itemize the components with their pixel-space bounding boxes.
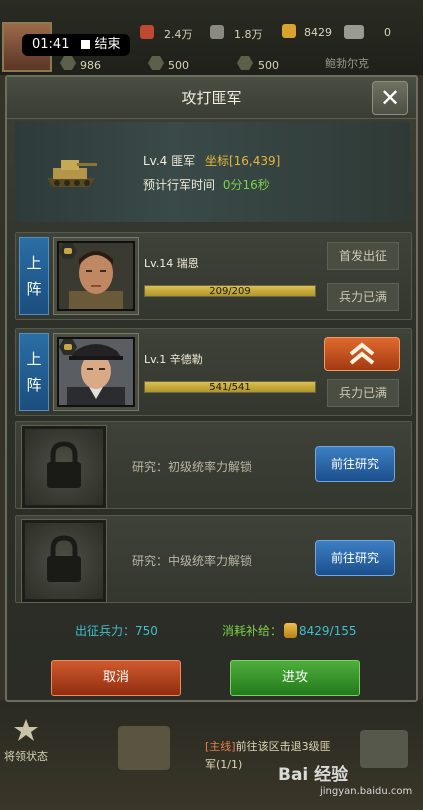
deploy-tag-1[interactable]: 上阵 (19, 237, 49, 315)
extra-amount: 0 (384, 26, 391, 39)
locked-portrait-2 (21, 519, 107, 603)
target-line: Lv.4 匪军 坐标[16,439] (143, 152, 280, 169)
troops-full-button-2[interactable]: 兵力已满 (327, 379, 399, 407)
target-coordinate[interactable]: 坐标[16,439] (205, 154, 280, 168)
hero-slot-1: 上阵 Lv.14 瑞恩 209/209 首发出征 兵力已满 (15, 232, 412, 320)
march-time-line: 预计行军时间 0分16秒 (143, 176, 270, 193)
first-march-button[interactable]: 首发出征 (327, 242, 399, 270)
top-resource-bar: 2.4万 1.8万 8429 0 986 500 500 鲍勃尔克 01:41 … (0, 0, 423, 75)
coord-value: [16,439] (228, 154, 281, 168)
lock-icon (47, 441, 81, 488)
march-time: 0分16秒 (222, 178, 270, 192)
march-label: 预计行军时间 (143, 178, 216, 192)
coord-prefix: 坐标 (204, 154, 229, 168)
star-icon (14, 719, 38, 741)
troops-full-button-1[interactable]: 兵力已满 (327, 283, 399, 311)
troops-total: 750 (135, 624, 158, 638)
clock-time: 01:41 (32, 37, 70, 52)
lock-icon (47, 535, 81, 582)
troop-count-3: 500 (258, 59, 279, 72)
building-thumbnail[interactable] (118, 726, 170, 770)
go-research-button-2[interactable]: 前往研究 (315, 540, 395, 576)
troop-count-text-1: 209/209 (209, 286, 251, 297)
locked-portrait-1 (21, 425, 107, 509)
infantry-icon (60, 56, 76, 70)
deploy-tag-2[interactable]: 上阵 (19, 333, 49, 411)
close-button[interactable]: ✕ (372, 81, 408, 115)
target-name: Lv.4 匪军 (143, 154, 196, 168)
quest-text: 前往该区击退3级匪 (235, 740, 331, 753)
troop-count-2: 500 (168, 59, 189, 72)
tank-icon (47, 160, 97, 187)
baidu-watermark: Bai 经验 (278, 765, 349, 785)
cancel-button[interactable]: 取消 (51, 660, 181, 696)
quest-line-1: [主线]前往该区击退3级匪 (205, 738, 355, 756)
locked-slot-1: 研究：初级统率力解锁 前往研究 (15, 421, 412, 509)
troop-count-1: 986 (80, 59, 101, 72)
screen-record-status: 01:41 结束 (22, 34, 131, 56)
coin-stack-icon (284, 623, 298, 638)
unlock-requirement-1: 研究：初级统率力解锁 (132, 460, 253, 474)
hero-name-2: Lv.1 辛德勒 (144, 353, 203, 366)
supply-label: 消耗补给： (222, 624, 283, 638)
hero-portrait-2[interactable] (53, 333, 139, 411)
ally-label: 鲍勃尔克 (325, 57, 369, 70)
tank-troop-icon (148, 56, 164, 70)
artillery-icon (237, 56, 253, 70)
supply-amount: 8429 (304, 26, 332, 39)
hero-name-1: Lv.14 瑞恩 (144, 257, 199, 270)
march-troops-summary: 出征兵力：750 (75, 622, 158, 639)
stop-record-button[interactable]: 结束 (81, 34, 120, 56)
target-info-panel: Lv.4 匪军 坐标[16,439] 预计行军时间 0分16秒 (15, 122, 410, 222)
troop-bar-2: 541/541 (144, 381, 316, 393)
supply-cost: 8429/155 (299, 624, 357, 638)
troops-label: 出征兵力： (75, 624, 136, 638)
troop-count-text-2: 541/541 (209, 382, 251, 393)
supply-cost-summary: 消耗补给： 8429/155 (222, 622, 357, 639)
watermark-url: jingyan.baidu.com (320, 786, 413, 797)
troop-bar-1: 209/209 (144, 285, 316, 297)
double-chevron-up-icon (349, 342, 375, 365)
truck-icon (344, 25, 364, 39)
stop-label: 结束 (94, 37, 121, 52)
dialog-title: 攻打匪军 (7, 77, 416, 119)
upgrade-button[interactable] (324, 337, 400, 371)
general-status-button[interactable]: 将领状态 (4, 748, 48, 764)
food-amount: 2.4万 (164, 28, 193, 41)
steel-icon (210, 25, 224, 39)
stop-icon (81, 40, 91, 49)
steel-amount: 1.8万 (234, 28, 263, 41)
hero-portrait-1[interactable] (53, 237, 139, 315)
attack-button[interactable]: 进攻 (230, 660, 360, 696)
mail-icon[interactable] (360, 730, 408, 768)
fuel-can-icon (140, 25, 154, 39)
quest-tag: [主线] (205, 740, 236, 753)
unlock-requirement-2: 研究：中级统率力解锁 (132, 554, 253, 568)
locked-slot-2: 研究：中级统率力解锁 前往研究 (15, 515, 412, 603)
hero-slot-2: 上阵 Lv.1 辛德勒 541/541 兵力已满 (15, 328, 412, 416)
go-research-button-1[interactable]: 前往研究 (315, 446, 395, 482)
coin-stack-icon (282, 24, 296, 38)
attack-bandit-dialog: 攻打匪军 ✕ Lv.4 匪军 坐标[16,439] 预计行军时间 0分16秒 上… (5, 75, 418, 702)
